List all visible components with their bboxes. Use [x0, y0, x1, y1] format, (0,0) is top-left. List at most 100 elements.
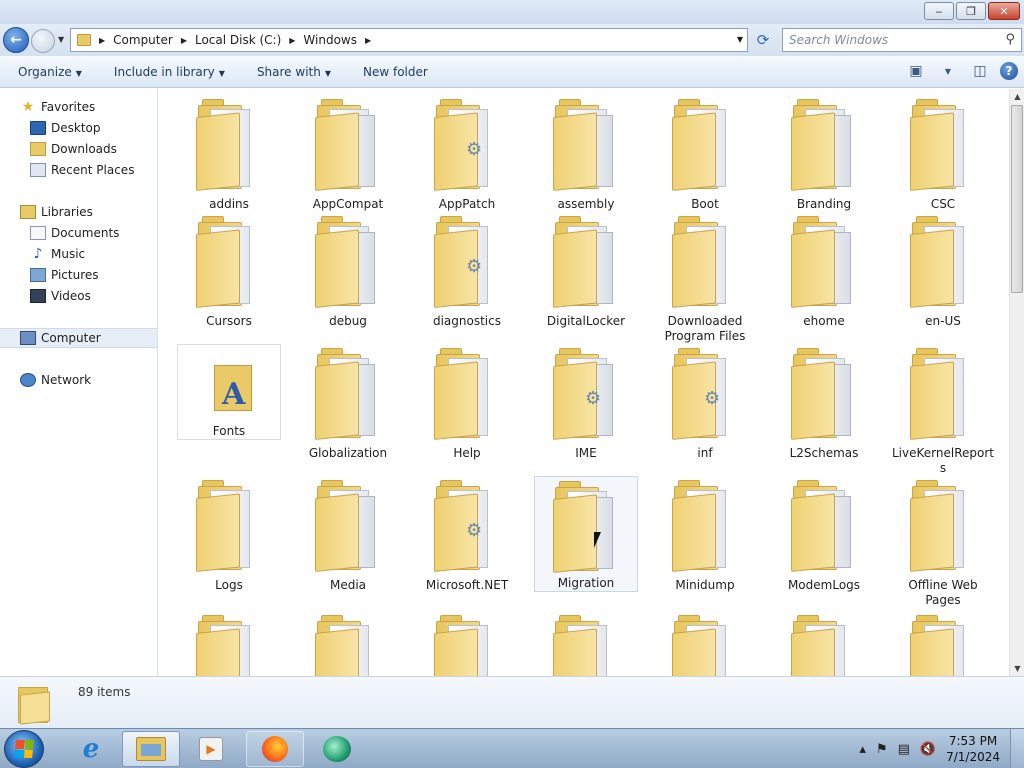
back-button[interactable]: ← [3, 27, 29, 53]
folder-icon [789, 344, 859, 440]
folder-icon[interactable] [789, 611, 859, 676]
nav-favorites-label: Favorites [41, 100, 96, 114]
maximize-button[interactable]: ❐ [956, 2, 986, 20]
organize-menu[interactable]: Organize ▼ [0, 65, 96, 79]
volume-muted-icon[interactable]: 🔇 [920, 742, 936, 757]
refresh-button[interactable]: ⟳ [752, 29, 774, 51]
folder-item[interactable]: A Fonts [177, 344, 281, 440]
folder-item[interactable]: Offline Web Pages [891, 476, 995, 608]
folder-label: LiveKernelReports [892, 446, 994, 475]
scroll-thumb[interactable] [1011, 105, 1023, 293]
folder-item[interactable]: Logs [177, 476, 281, 593]
address-dropdown[interactable]: ▼ [737, 35, 743, 44]
nav-downloads[interactable]: Downloads [0, 139, 157, 159]
taskbar-media-player[interactable]: ▶ [182, 731, 240, 767]
scroll-down-arrow[interactable]: ▼ [1010, 661, 1024, 676]
taskbar-windows-explorer[interactable] [122, 731, 180, 767]
network-status-icon[interactable]: ▤ [898, 742, 910, 757]
forward-button[interactable] [31, 29, 55, 53]
nav-desktop[interactable]: Desktop [0, 118, 157, 138]
vertical-scrollbar[interactable]: ▲ ▼ [1009, 89, 1024, 676]
chevron-right-icon[interactable]: ▶ [99, 36, 105, 45]
nav-music[interactable]: ♪ Music [0, 244, 157, 264]
chevron-right-icon[interactable]: ▶ [365, 36, 371, 45]
folder-item[interactable]: ModemLogs [772, 476, 876, 593]
folder-item[interactable]: Migration [534, 476, 638, 592]
folder-icon[interactable] [313, 611, 383, 676]
folder-item[interactable]: Help [415, 344, 519, 461]
show-desktop-button[interactable] [1010, 729, 1024, 768]
scroll-up-arrow[interactable]: ▲ [1010, 89, 1024, 104]
folder-icon[interactable] [670, 611, 740, 676]
nav-documents[interactable]: Documents [0, 223, 157, 243]
folder-icon: ⚙ [432, 476, 502, 572]
folder-item[interactable]: CSC [891, 95, 995, 212]
change-view-button[interactable]: ▣ [904, 60, 928, 82]
preview-pane-icon: ◫ [973, 63, 987, 79]
folder-item[interactable]: ⚙ Microsoft.NET [415, 476, 519, 593]
search-icon[interactable]: ⚲ [1005, 32, 1015, 47]
breadcrumb-computer[interactable]: Computer [113, 33, 173, 47]
folder-item[interactable]: AppCompat [296, 95, 400, 212]
preview-pane-button[interactable]: ◫ [968, 60, 992, 82]
folder-item[interactable]: en-US [891, 212, 995, 329]
folder-item[interactable]: Boot [653, 95, 757, 212]
breadcrumb-local-disk[interactable]: Local Disk (C:) [195, 33, 281, 47]
start-button[interactable] [4, 730, 44, 768]
folder-item[interactable]: LiveKernelReports [891, 344, 995, 476]
minimize-button[interactable]: ‒ [924, 2, 954, 20]
folder-label: AppPatch [438, 197, 496, 211]
address-row: ← ▼ ▶ Computer ▶ Local Disk (C:) ▶ Windo… [0, 24, 1024, 56]
search-input[interactable]: Search Windows ⚲ [782, 28, 1022, 52]
include-in-library-menu[interactable]: Include in library ▼ [96, 65, 239, 79]
share-with-menu[interactable]: Share with ▼ [239, 65, 345, 79]
chevron-right-icon[interactable]: ▶ [181, 36, 187, 45]
folder-item[interactable]: ehome [772, 212, 876, 329]
folder-item[interactable]: addins [177, 95, 281, 212]
folder-item[interactable]: Minidump [653, 476, 757, 593]
folder-icon[interactable] [194, 611, 264, 676]
nav-network[interactable]: Network [0, 370, 157, 390]
taskbar-firefox[interactable] [246, 731, 304, 767]
folder-item[interactable]: ⚙ diagnostics [415, 212, 519, 329]
new-folder-button[interactable]: New folder [345, 65, 442, 79]
details-pane: 89 items [0, 676, 1024, 728]
folder-item[interactable]: debug [296, 212, 400, 329]
nav-pictures[interactable]: Pictures [0, 265, 157, 285]
chevron-right-icon[interactable]: ▶ [289, 36, 295, 45]
folder-item[interactable]: DigitalLocker [534, 212, 638, 329]
folder-item[interactable]: Globalization [296, 344, 400, 461]
help-button[interactable]: ? [1000, 62, 1018, 80]
folder-item[interactable]: Branding [772, 95, 876, 212]
nav-favorites[interactable]: ★ Favorites [0, 97, 157, 117]
computer-icon [20, 331, 36, 345]
show-hidden-icons-arrow[interactable]: ▴ [859, 742, 866, 757]
folder-icon [908, 212, 978, 308]
folder-item[interactable]: L2Schemas [772, 344, 876, 461]
nav-recent-places[interactable]: Recent Places [0, 160, 157, 180]
folder-icon[interactable] [908, 611, 978, 676]
taskbar-internet-explorer[interactable]: e [62, 731, 120, 767]
close-button[interactable]: ✕ [988, 2, 1020, 20]
folder-item[interactable]: ⚙ AppPatch [415, 95, 519, 212]
action-center-flag-icon[interactable]: ⚑ [876, 742, 888, 757]
recent-pages-dropdown[interactable]: ▼ [58, 35, 64, 44]
nav-computer[interactable]: Computer [0, 328, 157, 348]
clock[interactable]: 7:53 PM 7/1/2024 [946, 733, 1000, 765]
folder-item[interactable]: Cursors [177, 212, 281, 329]
folder-item[interactable]: Media [296, 476, 400, 593]
nav-videos[interactable]: Videos [0, 286, 157, 306]
folder-icon[interactable] [551, 611, 621, 676]
taskbar-app[interactable] [308, 731, 366, 767]
folder-item[interactable]: ⚙ inf [653, 344, 757, 461]
folder-item[interactable]: Downloaded Program Files [653, 212, 757, 344]
folder-item[interactable]: ⚙ IME [534, 344, 638, 461]
address-bar[interactable]: ▶ Computer ▶ Local Disk (C:) ▶ Windows ▶… [70, 28, 748, 52]
view-options-dropdown[interactable]: ▼ [936, 60, 960, 82]
folder-label: Logs [215, 578, 243, 592]
nav-desktop-label: Desktop [51, 121, 101, 135]
nav-libraries[interactable]: Libraries [0, 202, 157, 222]
folder-icon[interactable] [432, 611, 502, 676]
folder-item[interactable]: assembly [534, 95, 638, 212]
breadcrumb-windows[interactable]: Windows [303, 33, 357, 47]
